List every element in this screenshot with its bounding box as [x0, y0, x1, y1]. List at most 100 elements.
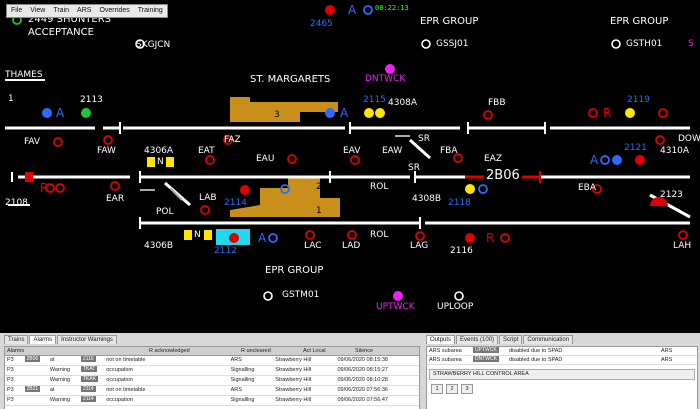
alarm-priority: P3	[7, 367, 14, 373]
output-subarea: UPTWCK	[471, 347, 507, 355]
label-ear: EAR	[106, 194, 125, 204]
tab-outputs[interactable]: Outputs	[426, 335, 456, 344]
label-gstm01: GSTM01	[282, 290, 320, 300]
alarm-message: not on timetable	[106, 357, 146, 363]
menu-view[interactable]: View	[26, 5, 49, 17]
output-source: ARS subarea	[429, 348, 462, 354]
menu-file[interactable]: File	[7, 5, 26, 17]
alarm-row[interactable]: P3 Warning 2114 occupation Signalling Strawbe…	[5, 396, 419, 406]
menu-ars[interactable]: ARS	[73, 5, 95, 17]
label-lac: LAC	[304, 241, 322, 251]
col-acknowledged[interactable]: R acknowledged	[147, 347, 239, 355]
label-lag: LAG	[410, 241, 429, 251]
train-2112[interactable]: 2112	[214, 246, 237, 256]
alarm-type: Warning	[49, 367, 71, 373]
label-rol2: ROL	[370, 230, 389, 240]
label-faw: FAW	[97, 146, 116, 156]
train-2113[interactable]: 2113	[80, 95, 103, 105]
headcode-2b06[interactable]: 2B06	[484, 168, 522, 183]
tab-events[interactable]: Events (100)	[456, 335, 499, 344]
tab-communication[interactable]: Communication	[523, 335, 574, 344]
label-eba: EBA	[578, 183, 597, 193]
alarm-location: Strawberry Hill	[275, 397, 312, 403]
label-eaz: EAZ	[484, 154, 503, 164]
alarm-time: 09/06/2020 08:15:27	[337, 367, 388, 373]
label-epr3: EPR GROUP	[265, 265, 324, 276]
output-row[interactable]: ARS subarea DNTWCK disabled due to SPAD ARS	[427, 356, 697, 365]
headcode-chip: 2B21	[24, 386, 41, 392]
alarm-time: 09/06/2020 07:56:36	[337, 387, 388, 393]
label-st-margarets: ST. MARGARETS	[250, 74, 331, 85]
tab-script[interactable]: Script	[499, 335, 523, 344]
label-lah: LAH	[673, 241, 692, 251]
tab-instructor-warnings[interactable]: Instructor Warnings	[57, 335, 117, 344]
label-lad: LAD	[342, 241, 361, 251]
col-act-local[interactable]: Act Local	[301, 347, 353, 355]
label-epr1: EPR GROUP	[420, 16, 479, 27]
page-1[interactable]: 1	[431, 384, 443, 394]
output-message: disabled due to SPAD	[509, 348, 563, 354]
alarm-row[interactable]: P3 2B06 at 2116 not on timetable ARS Strawberr…	[5, 356, 419, 366]
label-gsth01: GSTH01	[626, 39, 663, 49]
train-2115[interactable]: 2115	[363, 95, 386, 105]
output-row[interactable]: ARS subarea UPTWCK disabled due to SPAD ARS	[427, 347, 697, 356]
aspect-r3: R	[486, 231, 495, 245]
aspect-a5: A	[258, 231, 267, 245]
col-alarms[interactable]: Alarms	[5, 347, 147, 355]
menu-training[interactable]: Training	[134, 5, 167, 17]
label-dow: DOW	[678, 134, 700, 144]
aspect-a4: A	[590, 153, 599, 167]
label-rol1: ROL	[370, 182, 389, 192]
aspect-a2: A	[340, 106, 349, 120]
bottom-panel: Trains Alarms Instructor Warnings Output…	[0, 333, 700, 409]
label-n2: N	[194, 230, 201, 240]
col-uncleared[interactable]: R uncleared	[239, 347, 301, 355]
label-eav: EAV	[343, 146, 361, 156]
label-lab: LAB	[199, 193, 217, 203]
page-3[interactable]: 3	[461, 384, 473, 394]
label-s-edge: S	[688, 39, 694, 49]
alarm-location: Strawberry Hill	[275, 377, 312, 383]
train-2116[interactable]: 2116	[450, 246, 473, 256]
col-silence[interactable]: Silence	[353, 347, 405, 355]
label-uploop: UPLOOP	[437, 302, 474, 312]
train-2123[interactable]: 2123	[660, 190, 683, 200]
alarm-subject: TKAT	[79, 366, 104, 375]
alarm-subject: 2116	[79, 356, 104, 365]
menu-overrides[interactable]: Overrides	[95, 5, 133, 17]
alarm-code	[23, 366, 48, 375]
alarm-row[interactable]: P3 Warning TKAK occupation Signalling Strawbe…	[5, 376, 419, 386]
train-2118[interactable]: 2118	[448, 198, 471, 208]
aspect-r1: R	[40, 181, 49, 195]
train-2114[interactable]: 2114	[224, 198, 247, 208]
page-2[interactable]: 2	[446, 384, 458, 394]
alarm-code: 2B06	[23, 356, 48, 365]
label-uptwck: UPTWCK	[376, 302, 415, 312]
alarm-type: at	[49, 357, 55, 363]
alarm-rows: P3 2B06 at 2116 not on timetable ARS Strawberr…	[5, 356, 419, 406]
tab-alarms[interactable]: Alarms	[29, 335, 57, 344]
label-4308b: 4308B	[412, 194, 442, 204]
menu-train[interactable]: Train	[49, 5, 73, 17]
label-skgjcn: SKGJCN	[136, 40, 171, 50]
alarm-location: Strawberry Hill	[275, 367, 312, 373]
output-rows: ARS subarea UPTWCK disabled due to SPAD ARS…	[427, 347, 697, 365]
tab-trains[interactable]: Trains	[4, 335, 29, 344]
label-epr2: EPR GROUP	[610, 16, 669, 27]
alarm-time: 09/06/2020 08:10:28	[337, 377, 388, 383]
alarm-location: Strawberry Hill	[275, 357, 312, 363]
alarm-area: Signalling	[230, 377, 255, 383]
train-2119[interactable]: 2119	[627, 95, 650, 105]
alarm-area: ARS	[230, 357, 242, 363]
platform-3-number: 3	[274, 110, 280, 120]
train-2465[interactable]: 2465	[310, 19, 333, 29]
alarm-area: Signalling	[230, 397, 255, 403]
alarm-row[interactable]: P3 2B21 at 2114 not on timetable ARS Strawberr…	[5, 386, 419, 396]
headcode-chip: TKAT	[80, 366, 98, 372]
train-2121[interactable]: 2121	[624, 143, 647, 153]
alarm-row[interactable]: P3 Warning TKAT occupation Signalling Strawbe…	[5, 366, 419, 376]
alarm-priority: P3	[7, 397, 14, 403]
label-gssj01: GSSJ01	[436, 39, 469, 49]
label-sr2: SR	[408, 163, 420, 173]
train-2108[interactable]: 2108	[5, 198, 28, 208]
